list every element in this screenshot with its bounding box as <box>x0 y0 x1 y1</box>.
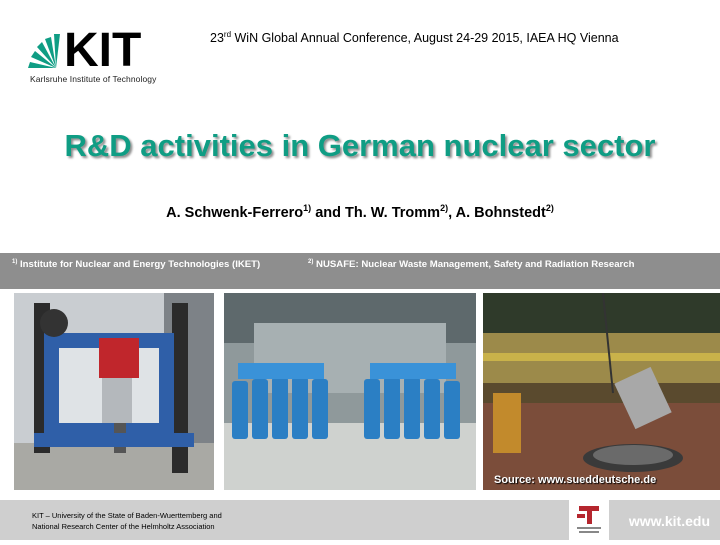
slide-title: R&D activities in German nuclear sector <box>64 128 656 163</box>
affiliation-2-text: NUSAFE: Nuclear Waste Management, Safety… <box>313 259 635 271</box>
logo-subtitle: Karlsruhe Institute of Technology <box>30 74 157 84</box>
affiliation-1: 1) Institute for Nuclear and Energy Tech… <box>12 259 260 270</box>
kit-wordmark: KIT <box>64 24 141 72</box>
photo-source-caption: Source: www.sueddeutsche.de <box>494 474 657 486</box>
slide: KIT Karlsruhe Institute of Technology 23… <box>0 0 720 540</box>
reactor-hall-image <box>483 293 720 490</box>
helmholtz-logo-icon <box>577 506 601 533</box>
affiliation-2: 2) NUSAFE: Nuclear Waste Management, Saf… <box>308 259 634 270</box>
conference-text: WiN Global Annual Conference, August 24-… <box>231 31 619 46</box>
affiliation-1-text: Institute for Nuclear and Energy Technol… <box>17 259 261 271</box>
affiliation-band: 1) Institute for Nuclear and Energy Tech… <box>0 253 720 289</box>
photo-cask-storage <box>224 293 476 490</box>
footer-bar: KIT – University of the State of Baden-W… <box>0 500 720 540</box>
cask-storage-image <box>224 293 476 490</box>
authors-line: A. Schwenk-Ferrero1) and Th. W. Tromm2),… <box>0 203 720 221</box>
conference-line: 23rd WiN Global Annual Conference, Augus… <box>210 30 690 45</box>
kit-url-link[interactable]: www.kit.edu <box>629 513 710 529</box>
footer-line-2: National Research Center of the Helmholt… <box>32 522 215 531</box>
conference-ordinal: rd <box>223 30 232 39</box>
conference-number: 23 <box>210 31 224 46</box>
footer-line-1: KIT – University of the State of Baden-W… <box>32 511 222 520</box>
author-2-affil: 2) <box>440 203 449 213</box>
helmholtz-logo <box>569 500 609 540</box>
author-1-affil: 1) <box>303 203 312 213</box>
kit-logo: KIT Karlsruhe Institute of Technology <box>26 20 166 88</box>
kit-fan-icon: KIT <box>28 24 141 72</box>
robot-equipment-image <box>14 293 214 490</box>
author-2: and Th. W. Tromm <box>311 204 441 221</box>
footer-text: KIT – University of the State of Baden-W… <box>32 510 222 532</box>
author-3-affil: 2) <box>545 203 554 213</box>
photo-reactor-hall <box>483 293 720 490</box>
photo-robot-equipment <box>14 293 214 490</box>
author-1: A. Schwenk-Ferrero <box>166 204 304 221</box>
author-3: , A. Bohnstedt <box>448 204 546 221</box>
